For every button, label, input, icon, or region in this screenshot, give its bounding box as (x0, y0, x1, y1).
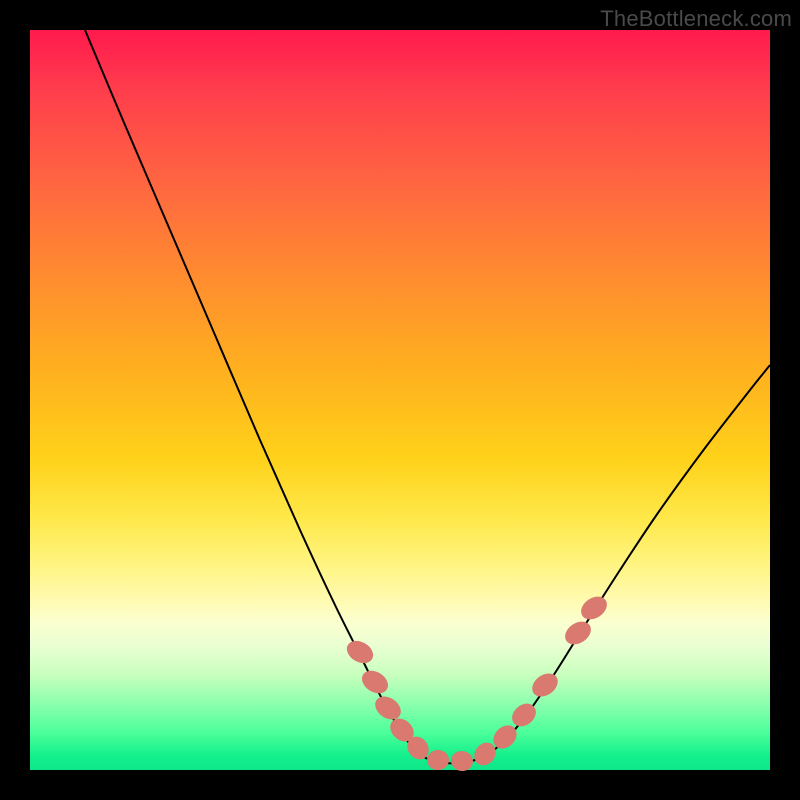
bead (426, 749, 450, 771)
bead (561, 617, 595, 649)
bead (450, 750, 475, 773)
bead (577, 592, 611, 624)
bead (528, 669, 562, 702)
bead (358, 666, 392, 698)
curve-svg (30, 30, 770, 770)
beads-group (343, 592, 611, 773)
watermark-text: TheBottleneck.com (600, 6, 792, 32)
bead (343, 636, 377, 667)
bottleneck-curve (85, 30, 770, 763)
plot-area (30, 30, 770, 770)
